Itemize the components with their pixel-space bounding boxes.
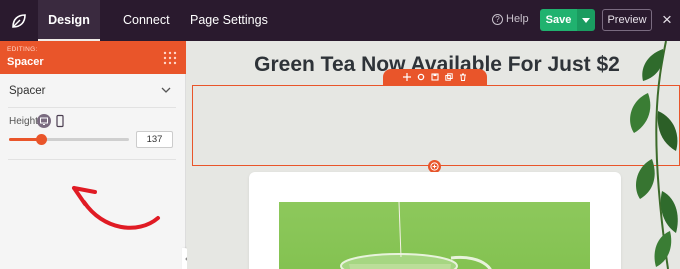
plus-circle-icon xyxy=(430,162,439,171)
grid-menu-icon[interactable] xyxy=(163,51,177,65)
help-icon: ? xyxy=(492,13,503,25)
editing-header: EDITING: Spacer xyxy=(0,41,186,74)
divider xyxy=(8,159,176,160)
help-link[interactable]: ? Help xyxy=(492,13,529,25)
settings-icon[interactable] xyxy=(417,73,425,81)
divider xyxy=(8,107,176,108)
section-title-spacer[interactable]: Spacer xyxy=(9,85,45,97)
move-icon[interactable] xyxy=(403,73,411,81)
editing-label: EDITING: xyxy=(7,46,38,53)
mobile-device-icon[interactable] xyxy=(55,114,65,128)
sidebar-panel: EDITING: Spacer Spacer Height 137 xyxy=(0,41,192,269)
tea-cup-illustration xyxy=(340,202,492,269)
tab-page-settings[interactable]: Page Settings xyxy=(190,0,268,41)
duplicate-icon[interactable] xyxy=(445,73,453,81)
save-options-dropdown[interactable] xyxy=(577,9,595,31)
block-toolbar xyxy=(383,69,487,85)
help-label: Help xyxy=(506,13,529,25)
caret-down-icon xyxy=(582,17,590,23)
red-arrow-annotation xyxy=(72,186,160,230)
save-block-icon[interactable] xyxy=(431,73,439,81)
desktop-device-icon[interactable] xyxy=(37,114,51,128)
preview-button[interactable]: Preview xyxy=(602,9,652,31)
close-icon[interactable]: × xyxy=(662,10,672,30)
seedprod-logo-icon[interactable] xyxy=(0,0,38,41)
green-tea-image[interactable] xyxy=(279,202,590,269)
delete-icon[interactable] xyxy=(459,73,467,81)
height-slider-handle[interactable] xyxy=(35,134,47,145)
height-label: Height xyxy=(9,116,38,127)
save-button[interactable]: Save xyxy=(540,9,577,31)
tab-design[interactable]: Design xyxy=(38,0,100,41)
tab-connect[interactable]: Connect xyxy=(123,0,170,41)
editing-block-name: Spacer xyxy=(7,56,44,68)
spacer-block[interactable] xyxy=(192,85,680,166)
top-bar: Design Connect Page Settings ? Help Save… xyxy=(0,0,680,41)
height-value-input[interactable]: 137 xyxy=(136,131,173,148)
chevron-down-icon[interactable] xyxy=(161,85,171,95)
plant-leaves-decoration xyxy=(630,41,678,269)
